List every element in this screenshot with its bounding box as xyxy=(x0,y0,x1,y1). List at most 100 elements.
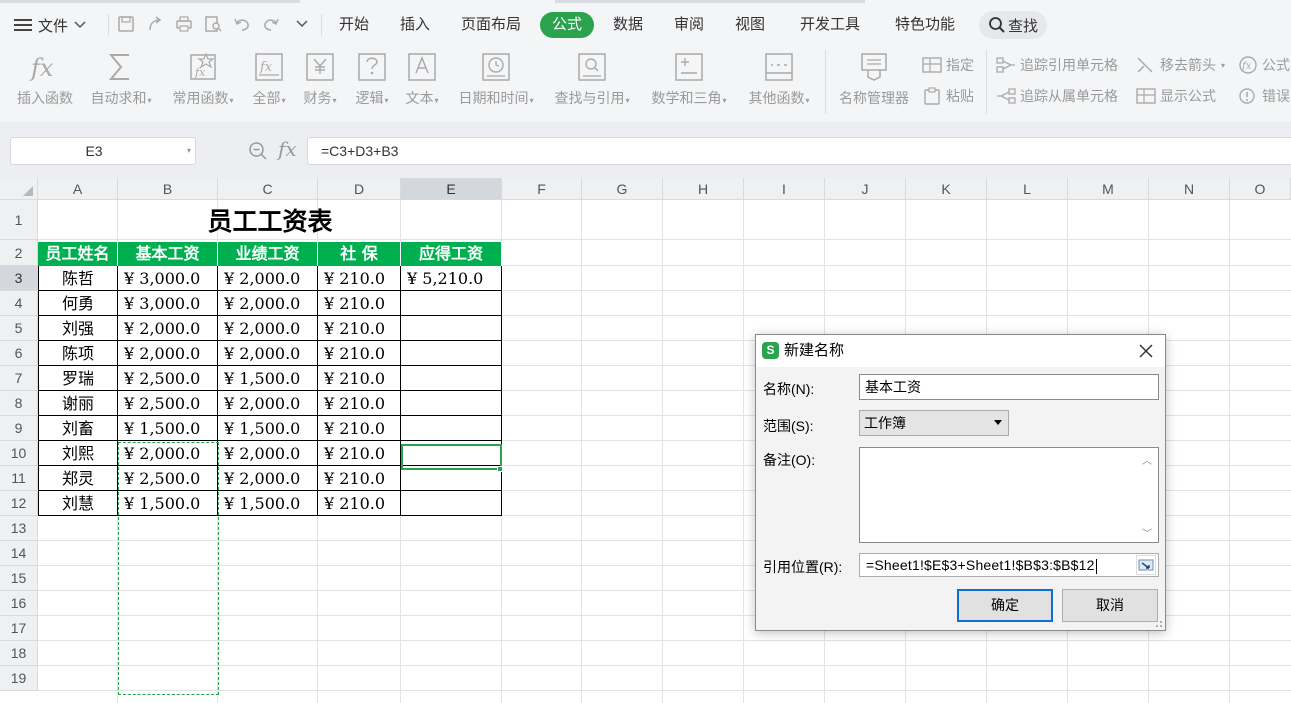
insert-function-button[interactable]: fx 插入函数 xyxy=(17,48,73,114)
text-functions-button[interactable]: 文本▾ xyxy=(402,48,442,114)
lookup-reference-button[interactable]: 查找与引用▾ xyxy=(554,48,630,114)
column-header-n[interactable]: N xyxy=(1149,178,1230,200)
resize-grip-icon[interactable] xyxy=(1153,618,1163,628)
table-cell[interactable]: 罗瑞 xyxy=(38,366,118,391)
search-button[interactable]: 查找 xyxy=(979,11,1047,39)
table-cell[interactable]: ¥ 2,500.0 xyxy=(118,366,218,391)
name-manager-button[interactable]: 名称管理器 xyxy=(839,48,909,114)
row-header-14[interactable]: 14 xyxy=(0,541,38,566)
tab-formulas[interactable]: 公式 xyxy=(540,12,594,38)
table-cell[interactable]: ¥ 210.0 xyxy=(318,416,401,441)
column-header-l[interactable]: L xyxy=(987,178,1068,200)
trace-precedents-button[interactable]: 追踪引用单元格 xyxy=(996,54,1118,76)
close-icon[interactable] xyxy=(1137,342,1155,360)
row-header-5[interactable]: 5 xyxy=(0,316,38,341)
print-preview-icon[interactable] xyxy=(203,14,223,34)
tab-special-features[interactable]: 特色功能 xyxy=(889,12,961,38)
table-cell[interactable]: ¥ 2,000.0 xyxy=(218,391,318,416)
table-cell[interactable] xyxy=(401,316,502,341)
row-header-2[interactable]: 2 xyxy=(0,240,38,266)
table-cell[interactable]: ¥ 210.0 xyxy=(318,291,401,316)
column-header-e[interactable]: E xyxy=(401,178,502,200)
table-cell[interactable]: ¥ 3,000.0 xyxy=(118,266,218,291)
scope-select[interactable]: 工作簿 xyxy=(859,410,1009,436)
row-header-17[interactable]: 17 xyxy=(0,616,38,641)
row-header-1[interactable]: 1 xyxy=(0,200,38,240)
table-cell[interactable]: 谢丽 xyxy=(38,391,118,416)
table-cell[interactable]: ¥ 210.0 xyxy=(318,466,401,491)
comment-textarea[interactable]: ︿ ﹀ xyxy=(859,447,1159,543)
output-pdf-icon[interactable] xyxy=(145,14,165,34)
row-header-10[interactable]: 10 xyxy=(0,441,38,466)
tab-review[interactable]: 审阅 xyxy=(667,12,711,38)
table-cell[interactable] xyxy=(401,441,502,466)
table-header-cell[interactable]: 应得工资 xyxy=(401,242,502,266)
table-cell[interactable]: ¥ 3,000.0 xyxy=(118,291,218,316)
table-cell[interactable]: ¥ 2,000.0 xyxy=(218,341,318,366)
table-cell[interactable]: ¥ 2,000.0 xyxy=(118,441,218,466)
column-header-c[interactable]: C xyxy=(218,178,318,200)
table-cell[interactable]: ¥ 2,000.0 xyxy=(118,316,218,341)
fill-handle[interactable] xyxy=(497,466,503,472)
select-all-corner[interactable] xyxy=(0,178,38,200)
table-cell[interactable] xyxy=(401,491,502,516)
table-cell[interactable]: ¥ 1,500.0 xyxy=(218,491,318,516)
table-cell[interactable]: ¥ 2,000.0 xyxy=(218,291,318,316)
table-cell[interactable]: 郑灵 xyxy=(38,466,118,491)
tab-data[interactable]: 数据 xyxy=(606,12,650,38)
name-box-dropdown-icon[interactable]: ▾ xyxy=(187,146,191,155)
more-functions-button[interactable]: 其他函数▾ xyxy=(748,48,810,114)
table-cell[interactable]: ¥ 210.0 xyxy=(318,491,401,516)
table-cell[interactable] xyxy=(401,291,502,316)
tab-insert[interactable]: 插入 xyxy=(394,12,436,38)
table-cell[interactable]: 刘熙 xyxy=(38,441,118,466)
save-icon[interactable] xyxy=(116,14,136,34)
table-cell[interactable] xyxy=(401,366,502,391)
table-header-cell[interactable]: 基本工资 xyxy=(118,242,218,266)
column-header-k[interactable]: K xyxy=(906,178,987,200)
column-header-m[interactable]: M xyxy=(1068,178,1149,200)
row-header-15[interactable]: 15 xyxy=(0,566,38,591)
fx-icon[interactable]: fx xyxy=(278,137,297,161)
row-header-9[interactable]: 9 xyxy=(0,416,38,441)
table-cell[interactable] xyxy=(401,391,502,416)
cancel-button[interactable]: 取消 xyxy=(1062,589,1158,622)
table-cell[interactable]: ¥ 2,000.0 xyxy=(218,266,318,291)
table-cell[interactable]: 刘慧 xyxy=(38,491,118,516)
table-cell[interactable]: ¥ 2,000.0 xyxy=(218,316,318,341)
column-header-h[interactable]: H xyxy=(663,178,744,200)
row-header-12[interactable]: 12 xyxy=(0,491,38,516)
table-cell[interactable]: ¥ 2,500.0 xyxy=(118,391,218,416)
column-header-o[interactable]: O xyxy=(1230,178,1291,200)
table-cell[interactable] xyxy=(401,416,502,441)
row-header-13[interactable]: 13 xyxy=(0,516,38,541)
tab-home[interactable]: 开始 xyxy=(333,12,375,38)
table-cell[interactable]: 刘强 xyxy=(38,316,118,341)
trace-dependents-button[interactable]: 追踪从属单元格 xyxy=(996,85,1118,107)
table-cell[interactable]: ¥ 1,500.0 xyxy=(118,416,218,441)
row-header-11[interactable]: 11 xyxy=(0,466,38,491)
table-cell[interactable]: ¥ 1,500.0 xyxy=(218,366,318,391)
sheet-title-cell[interactable]: 员工工资表 xyxy=(38,201,502,241)
formula-evaluate-button[interactable]: fx 公式 xyxy=(1238,54,1290,76)
table-cell[interactable]: ¥ 2,000.0 xyxy=(218,466,318,491)
table-cell[interactable] xyxy=(401,341,502,366)
assign-button[interactable]: 指定 xyxy=(922,54,974,76)
row-header-7[interactable]: 7 xyxy=(0,366,38,391)
column-header-b[interactable]: B xyxy=(118,178,218,200)
table-cell[interactable]: 陈哲 xyxy=(38,266,118,291)
zoom-icon[interactable] xyxy=(248,141,268,161)
name-box[interactable]: E3 ▾ xyxy=(10,137,196,165)
file-menu[interactable]: 文件 xyxy=(14,14,86,36)
row-header-6[interactable]: 6 xyxy=(0,341,38,366)
column-header-f[interactable]: F xyxy=(502,178,582,200)
row-header-4[interactable]: 4 xyxy=(0,291,38,316)
table-cell[interactable]: 何勇 xyxy=(38,291,118,316)
dialog-titlebar[interactable]: S 新建名称 xyxy=(756,335,1165,367)
autosum-button[interactable]: 自动求和▾ xyxy=(90,48,152,114)
row-header-18[interactable]: 18 xyxy=(0,641,38,666)
math-trig-button[interactable]: 数学和三角▾ xyxy=(651,48,727,114)
row-header-3[interactable]: 3 xyxy=(0,266,38,291)
collapse-dialog-button[interactable] xyxy=(1136,555,1156,575)
formula-input[interactable]: =C3+D3+B3 xyxy=(307,137,1291,165)
